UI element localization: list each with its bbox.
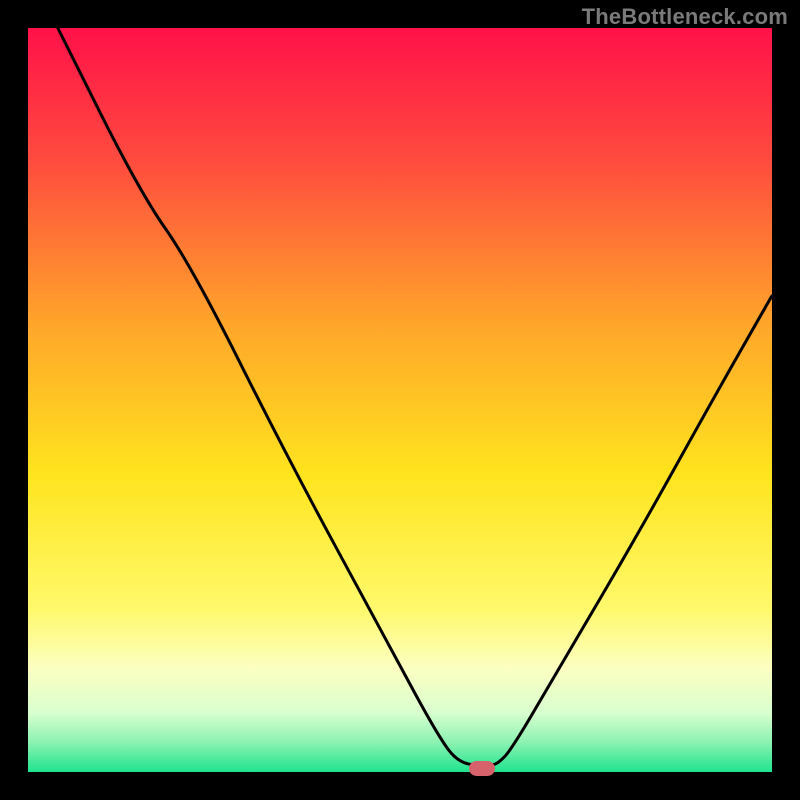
plot-area bbox=[28, 28, 772, 772]
bottleneck-curve bbox=[28, 28, 772, 772]
chart-frame: TheBottleneck.com bbox=[0, 0, 800, 800]
watermark-text: TheBottleneck.com bbox=[582, 4, 788, 30]
optimum-marker bbox=[469, 761, 495, 776]
